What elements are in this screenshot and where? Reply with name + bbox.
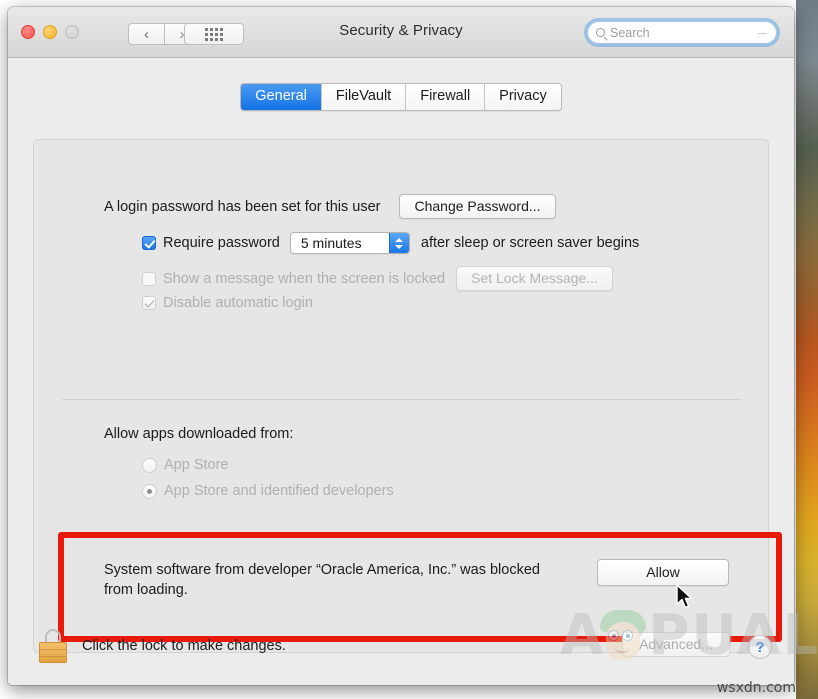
require-password-delay-select[interactable]: 5 minutes: [289, 232, 410, 254]
search-container: Search: [587, 21, 777, 44]
identified-developers-label: App Store and identified developers: [164, 483, 394, 499]
allow-apps-heading: Allow apps downloaded from:: [104, 426, 294, 442]
change-password-button[interactable]: Change Password...: [399, 194, 556, 219]
disable-auto-login-label: Disable automatic login: [163, 295, 313, 311]
stepper-arrows-icon[interactable]: [388, 233, 409, 253]
show-lock-message-row: Show a message when the screen is locked…: [142, 266, 613, 291]
tab-general[interactable]: General: [241, 84, 322, 110]
radio-row-app-store[interactable]: App Store: [142, 457, 229, 473]
allow-apps-heading-row: Allow apps downloaded from:: [104, 426, 293, 442]
lock-label: Click the lock to make changes.: [82, 638, 286, 654]
show-lock-message-checkbox[interactable]: [142, 271, 156, 286]
radio-row-identified-developers[interactable]: App Store and identified developers: [142, 483, 394, 499]
set-lock-message-button[interactable]: Set Lock Message...: [456, 266, 613, 291]
require-password-suffix: after sleep or screen saver begins: [420, 235, 640, 251]
window-body: General FileVault Firewall Privacy A log…: [8, 58, 794, 685]
lock-closed-icon[interactable]: [38, 629, 68, 663]
tab-bar: General FileVault Firewall Privacy: [8, 83, 794, 111]
search-icon: [596, 28, 605, 37]
search-input[interactable]: Search: [587, 21, 777, 44]
search-clear-icon[interactable]: [758, 33, 767, 34]
blocked-notice-highlight: [58, 532, 782, 642]
mouse-cursor: [676, 584, 693, 609]
require-password-delay-value: 5 minutes: [300, 235, 362, 251]
login-password-row: A login password has been set for this u…: [104, 194, 556, 219]
app-store-radio[interactable]: [142, 457, 157, 473]
login-password-label: A login password has been set for this u…: [104, 198, 381, 215]
app-store-label: App Store: [164, 457, 229, 473]
advanced-button[interactable]: Advanced...: [622, 632, 730, 657]
require-password-checkbox[interactable]: [142, 236, 156, 250]
disable-auto-login-row: Disable automatic login: [142, 295, 313, 311]
desktop-wallpaper: [796, 0, 818, 699]
section-divider: [62, 399, 742, 400]
disable-auto-login-checkbox[interactable]: [142, 296, 156, 310]
window-titlebar: ‹ › Security & Privacy Search: [8, 7, 794, 58]
tab-filevault[interactable]: FileVault: [321, 84, 407, 110]
screenshot-root: ‹ › Security & Privacy Search General Fi…: [0, 0, 818, 699]
identified-developers-radio[interactable]: [142, 483, 157, 499]
lock-row[interactable]: Click the lock to make changes.: [38, 629, 286, 663]
require-password-row: Require password 5 minutes after sleep o…: [142, 232, 639, 254]
require-password-label: Require password: [163, 235, 280, 251]
tab-privacy[interactable]: Privacy: [485, 84, 561, 110]
show-lock-message-label: Show a message when the screen is locked: [163, 270, 446, 287]
security-privacy-window: ‹ › Security & Privacy Search General Fi…: [8, 7, 794, 685]
search-placeholder: Search: [610, 25, 650, 40]
site-watermark: wsxdn.com: [716, 680, 796, 696]
tab-firewall[interactable]: Firewall: [406, 84, 486, 110]
help-button[interactable]: ?: [748, 635, 772, 659]
